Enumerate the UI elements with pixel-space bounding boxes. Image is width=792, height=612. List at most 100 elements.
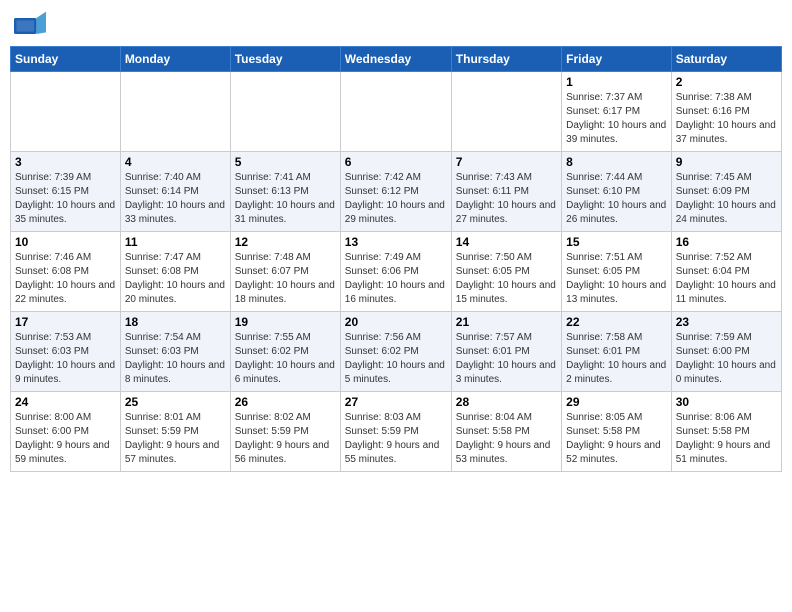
day-number: 4 [125,155,226,169]
day-number: 27 [345,395,447,409]
day-number: 26 [235,395,336,409]
day-info: Sunrise: 7:40 AM Sunset: 6:14 PM Dayligh… [125,171,226,227]
day-info: Sunrise: 7:54 AM Sunset: 6:03 PM Dayligh… [125,331,226,387]
day-number: 12 [235,235,336,249]
calendar-cell: 9Sunrise: 7:45 AM Sunset: 6:09 PM Daylig… [671,152,781,232]
week-row-4: 17 Sunrise: 7:53 AM Sunset: 6:03 PM Dayli… [11,312,782,392]
weekday-header-wednesday: Wednesday [340,47,451,72]
calendar-cell: 24 Sunrise: 8:00 AM Sunset: 6:00 PM Dayli… [11,392,121,472]
day-info: Sunrise: 7:41 AM Sunset: 6:13 PM Dayligh… [235,171,336,227]
calendar-table: SundayMondayTuesdayWednesdayThursdayFrid… [10,46,782,472]
calendar-cell: 20Sunrise: 7:56 AM Sunset: 6:02 PM Dayli… [340,312,451,392]
day-info: Sunrise: 7:52 AM Sunset: 6:04 PM Dayligh… [676,251,777,307]
calendar-cell: 15 Sunrise: 7:51 AM Sunset: 6:05 PM Dayli… [562,232,672,312]
calendar-cell: 29 Sunrise: 8:05 AM Sunset: 5:58 PM Dayli… [562,392,672,472]
calendar-cell: 10 Sunrise: 7:46 AM Sunset: 6:08 PM Dayli… [11,232,121,312]
day-number: 15 [566,235,667,249]
calendar-cell: 17 Sunrise: 7:53 AM Sunset: 6:03 PM Dayli… [11,312,121,392]
calendar-cell: 12 Sunrise: 7:48 AM Sunset: 6:07 PM Dayli… [230,232,340,312]
day-info: Sunrise: 7:44 AM Sunset: 6:10 PM Dayligh… [566,171,667,227]
day-info: Sunrise: 8:05 AM Sunset: 5:58 PM Dayligh… [566,411,667,467]
day-number: 24 [15,395,116,409]
weekday-header-row: SundayMondayTuesdayWednesdayThursdayFrid… [11,47,782,72]
day-info: Sunrise: 7:51 AM Sunset: 6:05 PM Dayligh… [566,251,667,307]
weekday-header-monday: Monday [120,47,230,72]
week-row-2: 3 Sunrise: 7:39 AM Sunset: 6:15 PM Daylig… [11,152,782,232]
day-number: 23 [676,315,777,329]
day-number: 16 [676,235,777,249]
calendar-cell: 28 Sunrise: 8:04 AM Sunset: 5:58 PM Dayli… [451,392,561,472]
logo-icon [14,10,46,38]
calendar-cell: 27 Sunrise: 8:03 AM Sunset: 5:59 PM Dayli… [340,392,451,472]
day-info: Sunrise: 8:06 AM Sunset: 5:58 PM Dayligh… [676,411,777,467]
day-number: 22 [566,315,667,329]
day-info: Sunrise: 7:50 AM Sunset: 6:05 PM Dayligh… [456,251,557,307]
day-info: Sunrise: 7:57 AM Sunset: 6:01 PM Dayligh… [456,331,557,387]
day-number: 1 [566,75,667,89]
day-number: 21 [456,315,557,329]
day-info: Sunrise: 7:55 AM Sunset: 6:02 PM Dayligh… [235,331,336,387]
day-number: 30 [676,395,777,409]
day-number: 19 [235,315,336,329]
day-number: 3 [15,155,116,169]
calendar-cell: 11 Sunrise: 7:47 AM Sunset: 6:08 PM Dayli… [120,232,230,312]
calendar-cell: 16 Sunrise: 7:52 AM Sunset: 6:04 PM Dayli… [671,232,781,312]
calendar-cell: 19 Sunrise: 7:55 AM Sunset: 6:02 PM Dayli… [230,312,340,392]
day-number: 5 [235,155,336,169]
calendar-cell: 26 Sunrise: 8:02 AM Sunset: 5:59 PM Dayli… [230,392,340,472]
calendar-cell: 21 Sunrise: 7:57 AM Sunset: 6:01 PM Dayli… [451,312,561,392]
day-number: 28 [456,395,557,409]
calendar-cell: 22 Sunrise: 7:58 AM Sunset: 6:01 PM Dayli… [562,312,672,392]
week-row-5: 24 Sunrise: 8:00 AM Sunset: 6:00 PM Dayli… [11,392,782,472]
day-info: Sunrise: 7:37 AM Sunset: 6:17 PM Dayligh… [566,91,667,147]
day-info: Sunrise: 7:39 AM Sunset: 6:15 PM Dayligh… [15,171,116,227]
calendar-cell [451,72,561,152]
day-info: Sunrise: 7:47 AM Sunset: 6:08 PM Dayligh… [125,251,226,307]
weekday-header-saturday: Saturday [671,47,781,72]
day-info: Sunrise: 7:53 AM Sunset: 6:03 PM Dayligh… [15,331,116,387]
calendar-cell: 7 Sunrise: 7:43 AM Sunset: 6:11 PM Daylig… [451,152,561,232]
day-number: 20 [345,315,447,329]
day-number: 6 [345,155,447,169]
calendar-cell [230,72,340,152]
calendar-cell: 4 Sunrise: 7:40 AM Sunset: 6:14 PM Daylig… [120,152,230,232]
weekday-header-tuesday: Tuesday [230,47,340,72]
day-number: 17 [15,315,116,329]
weekday-header-friday: Friday [562,47,672,72]
day-number: 18 [125,315,226,329]
calendar-cell: 5 Sunrise: 7:41 AM Sunset: 6:13 PM Daylig… [230,152,340,232]
day-info: Sunrise: 7:58 AM Sunset: 6:01 PM Dayligh… [566,331,667,387]
day-info: Sunrise: 8:02 AM Sunset: 5:59 PM Dayligh… [235,411,336,467]
calendar-cell: 1 Sunrise: 7:37 AM Sunset: 6:17 PM Daylig… [562,72,672,152]
calendar-cell: 13Sunrise: 7:49 AM Sunset: 6:06 PM Dayli… [340,232,451,312]
logo [14,10,50,38]
day-info: Sunrise: 7:48 AM Sunset: 6:07 PM Dayligh… [235,251,336,307]
calendar-cell: 8 Sunrise: 7:44 AM Sunset: 6:10 PM Daylig… [562,152,672,232]
calendar-cell [120,72,230,152]
day-info: Sunrise: 8:03 AM Sunset: 5:59 PM Dayligh… [345,411,447,467]
day-number: 10 [15,235,116,249]
day-number: 8 [566,155,667,169]
day-info: Sunrise: 7:46 AM Sunset: 6:08 PM Dayligh… [15,251,116,307]
day-info: Sunrise: 7:59 AM Sunset: 6:00 PM Dayligh… [676,331,777,387]
day-info: Sunrise: 7:42 AM Sunset: 6:12 PM Dayligh… [345,171,447,227]
calendar-cell: 2 Sunrise: 7:38 AM Sunset: 6:16 PM Daylig… [671,72,781,152]
calendar-cell: 30 Sunrise: 8:06 AM Sunset: 5:58 PM Dayli… [671,392,781,472]
day-number: 29 [566,395,667,409]
day-number: 2 [676,75,777,89]
day-info: Sunrise: 8:01 AM Sunset: 5:59 PM Dayligh… [125,411,226,467]
weekday-header-sunday: Sunday [11,47,121,72]
weekday-header-thursday: Thursday [451,47,561,72]
calendar-cell [11,72,121,152]
day-info: Sunrise: 8:04 AM Sunset: 5:58 PM Dayligh… [456,411,557,467]
day-info: Sunrise: 7:43 AM Sunset: 6:11 PM Dayligh… [456,171,557,227]
day-info: Sunrise: 7:38 AM Sunset: 6:16 PM Dayligh… [676,91,777,147]
day-number: 11 [125,235,226,249]
day-info: Sunrise: 8:00 AM Sunset: 6:00 PM Dayligh… [15,411,116,467]
day-number: 13 [345,235,447,249]
day-number: 7 [456,155,557,169]
calendar-cell: 18 Sunrise: 7:54 AM Sunset: 6:03 PM Dayli… [120,312,230,392]
page-header [10,10,782,38]
day-info: Sunrise: 7:45 AM Sunset: 6:09 PM Dayligh… [676,171,777,227]
calendar-cell [340,72,451,152]
